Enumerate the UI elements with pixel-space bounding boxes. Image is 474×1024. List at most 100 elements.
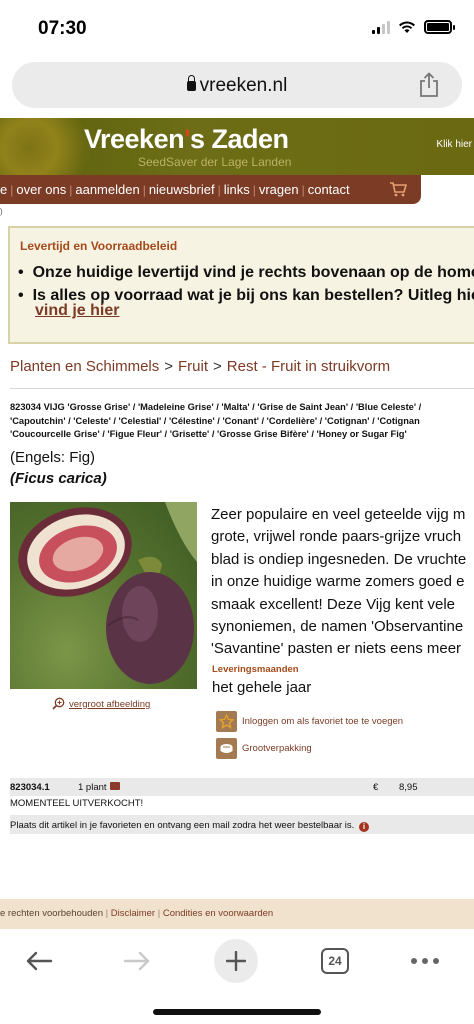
price-row: 823034.1 1 plant € 8,95 [10,778,474,796]
description-line: synoniemen, de namen 'Observantine [211,618,464,636]
breadcrumb-separator: > [213,358,222,375]
delivery-notice-box: Levertijd en Voorraadbeleid Onze huidige… [8,226,474,344]
nav-item-over-ons[interactable]: over ons [16,182,66,197]
description-line: in onze huidige warme zomers goed e [211,573,465,591]
tabs-icon: 24 [321,948,349,974]
url-text: vreeken.nl [199,75,288,96]
site-title-part1: Vreeken [84,124,185,154]
description-line: blad is ondiep ingesneden. De vruchte [211,550,467,568]
footer-terms-link[interactable]: Condities en voorwaarden [163,908,273,919]
description-line: Zeer populaire en veel geteelde vijg m [211,506,466,523]
tabs-button[interactable]: 24 [313,939,357,983]
fig-illustration [18,502,197,684]
more-icon [411,958,439,964]
bulk-packaging-button[interactable]: Grootverpakking [216,738,312,759]
description-line: 'Savantine' pasten er niets eens meer [211,640,462,658]
nav-item-nieuwsbrief[interactable]: nieuwsbrief [149,182,215,197]
site-footer: e rechten voorbehouden | Disclaimer | Co… [0,899,474,929]
footer-separator: | [157,908,161,919]
currency-symbol: € [373,782,379,793]
nav-separator: | [69,183,73,197]
nav-item-contact[interactable]: contact [308,182,350,197]
share-icon[interactable] [418,72,440,98]
footer-separator: | [105,908,109,919]
add-favorite-button[interactable]: Inloggen om als favoriet toe te voegen [216,711,403,732]
site-header-banner[interactable]: Vreeken's Zaden SeedSaver der Lage Lande… [0,118,474,175]
nav-separator: | [10,183,14,197]
star-icon [216,711,237,732]
status-bar: 07:30 [0,0,474,56]
description-line: grote, vrijwel ronde paars-grijze vruch [211,528,462,546]
notice-list: Onze huidige levertijd vind je rechts bo… [18,264,474,325]
delivery-months-value: het gehele jaar [212,679,312,696]
site-logo-title[interactable]: Vreeken's Zaden [84,124,289,155]
quantity-label: 1 plant [78,782,107,793]
latin-name: (Ficus carica) [10,470,107,487]
wifi-icon [399,21,415,33]
add-favorite-label: Inloggen om als favoriet toe te voegen [242,716,404,727]
product-image[interactable] [10,502,197,689]
package-icon [109,782,120,790]
breadcrumb-fruit[interactable]: Fruit [178,358,208,375]
nav-item-home[interactable]: e [0,182,7,197]
notice-title: Levertijd en Voorraadbeleid [20,239,178,253]
sold-out-status: MOMENTEEL UITVERKOCHT! [10,798,144,809]
main-nav: e | over ons | aanmelden | nieuwsbrief | links | v… [0,175,421,204]
nav-separator: | [142,183,146,197]
signal-icon [372,20,390,34]
product-description: Zeer populaire en veel geteelde vijg m g… [211,504,474,661]
more-button[interactable] [403,939,447,983]
forward-button[interactable] [115,939,159,983]
back-icon [26,951,53,971]
address-bar[interactable]: vreeken.nl [12,62,462,108]
breadcrumb-planten[interactable]: Planten en Schimmels [10,358,159,375]
back-button[interactable] [17,939,61,983]
article-price: 8,95 [399,782,418,793]
zoom-label: vergroot afbeelding [69,699,151,710]
lock-icon [186,75,196,91]
site-title-part2: s Zaden [190,124,289,154]
sunflower-image [0,118,90,175]
status-time: 07:30 [38,18,87,39]
nav-item-vragen[interactable]: vragen [259,182,299,197]
nav-items: e | over ons | aanmelden | nieuwsbrief | links | v… [0,182,350,197]
site-subtitle: SeedSaver der Lage Landen [138,155,292,169]
article-code: 823034.1 [10,782,50,793]
url-display[interactable]: vreeken.nl [12,75,462,97]
notify-text: Plaats dit artikel in je favorieten en o… [10,820,355,831]
plus-icon [226,951,246,971]
info-icon[interactable]: i [358,822,369,832]
delivery-months-label: Leveringsmaanden [212,664,299,675]
home-indicator [153,1009,321,1015]
new-tab-button[interactable] [214,939,258,983]
footer-rights: e rechten voorbehouden [0,908,103,919]
nav-separator: | [301,183,305,197]
divider [10,388,474,389]
tiny-mark: ) [0,207,3,216]
bulk-packaging-label: Grootverpakking [242,743,312,754]
nav-item-aanmelden[interactable]: aanmelden [75,182,139,197]
product-title-line-3: 'Coucourcelle Grise' / 'Figue Fleur' / '… [10,429,407,439]
product-title-line-2: 'Capoutchin' / 'Celeste' / 'Celestial' /… [10,415,420,426]
breadcrumb-separator: > [164,358,174,375]
battery-icon [424,20,455,34]
nav-item-links[interactable]: links [224,182,250,197]
product-title: 823034 VIJG 'Grosse Grise' / 'Madeleine … [10,401,474,442]
bulk-icon [216,738,237,759]
product-title-line-1: 823034 VIJG 'Grosse Grise' / 'Madeleine … [10,402,422,412]
zoom-image-link[interactable]: vergroot afbeelding [52,697,150,710]
nav-separator: | [217,183,221,197]
nav-separator: | [252,183,256,197]
klik-hier-link[interactable]: Klik hier [436,139,472,150]
browser-address-area: vreeken.nl [0,56,474,118]
forward-icon [123,951,150,971]
footer-disclaimer-link[interactable]: Disclaimer [111,908,155,919]
breadcrumb: Planten en Schimmels > Fruit > Rest - Fruit … [10,358,390,375]
notify-message: Plaats dit artikel in je favorieten en o… [10,815,474,834]
browser-toolbar: 24 [0,929,474,1024]
breadcrumb-rest[interactable]: Rest - Fruit in struikvorm [227,358,390,375]
notice-link-vind-je-hier[interactable]: vind je hier [35,302,474,320]
notice-line-1: Onze huidige levertijd vind je rechts bo… [32,264,474,281]
cart-icon[interactable] [389,181,407,197]
notice-item-delivery: Onze huidige levertijd vind je rechts bo… [18,264,474,282]
